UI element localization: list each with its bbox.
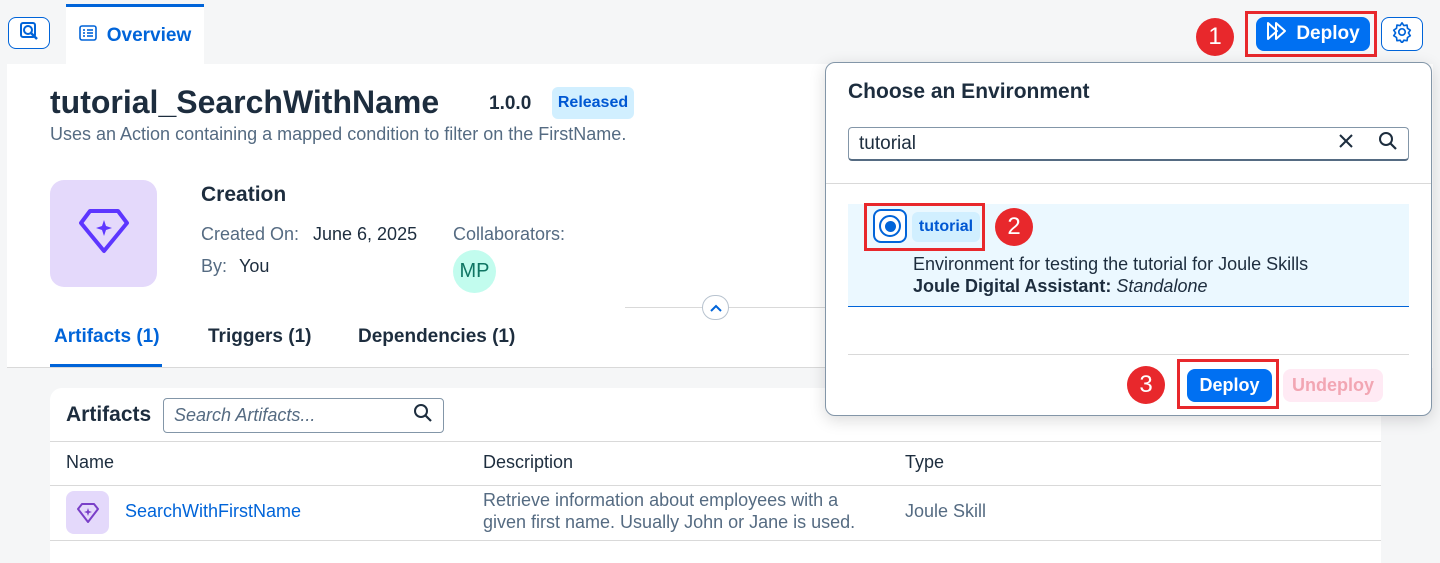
artifact-description-line-2: given first name. Usually John or Jane i…: [483, 512, 856, 532]
tab-triggers[interactable]: Triggers (1): [208, 326, 311, 348]
step-badge-3: 3: [1127, 366, 1165, 404]
collaborators-label: Collaborators:: [453, 224, 566, 244]
tab-overview[interactable]: Overview: [66, 4, 204, 64]
tab-dependencies[interactable]: Dependencies (1): [358, 326, 515, 348]
deploy-button-label: Deploy: [1296, 23, 1360, 44]
artifact-icon: [66, 491, 109, 534]
search-icon[interactable]: [413, 403, 433, 428]
table-header-bottom-border: [50, 485, 1381, 486]
step-badge-2: 2: [995, 208, 1033, 246]
created-on-label: Created On:: [201, 224, 300, 244]
table-header-top-border: [50, 441, 1381, 442]
popover-divider: [826, 183, 1431, 184]
artifacts-search-placeholder: Search Artifacts...: [174, 405, 316, 425]
tab-overview-label: Overview: [106, 24, 192, 46]
assistant-value: Standalone: [1116, 276, 1208, 296]
popover-deploy-button[interactable]: Deploy: [1187, 369, 1272, 402]
environment-search-value: tutorial: [859, 132, 917, 154]
tab-artifacts-indicator: [50, 364, 162, 367]
artifact-description: Retrieve information about employees wit…: [483, 489, 893, 533]
artifacts-title: Artifacts: [66, 403, 152, 426]
environment-radio[interactable]: [873, 209, 907, 243]
environment-tag: tutorial: [912, 212, 980, 242]
radio-selected-icon: [879, 215, 901, 237]
artifact-type: Joule Skill: [905, 501, 987, 521]
environment-description: Environment for testing the tutorial for…: [913, 254, 1309, 274]
environment-search-input[interactable]: tutorial: [848, 127, 1409, 161]
status-badge: Released: [552, 87, 634, 119]
skill-description: Uses an Action containing a mapped condi…: [50, 124, 627, 144]
column-header-description: Description: [483, 452, 574, 472]
popover-footer-divider: [848, 354, 1409, 355]
created-by-label: By:: [201, 256, 228, 276]
artifact-description-line-1: Retrieve information about employees wit…: [483, 490, 839, 510]
column-header-name: Name: [66, 452, 115, 472]
assistant-label: Joule Digital Assistant:: [913, 276, 1112, 296]
clear-icon[interactable]: [1338, 133, 1354, 154]
search-document-icon: [19, 21, 39, 46]
tab-artifacts[interactable]: Artifacts (1): [54, 326, 160, 348]
column-header-type: Type: [905, 452, 945, 472]
created-on-value: June 6, 2025: [313, 224, 418, 244]
skill-avatar: [50, 180, 157, 287]
environment-assistant: Joule Digital Assistant: Standalone: [913, 276, 1207, 297]
creation-heading: Creation: [201, 183, 287, 206]
artifacts-search-input[interactable]: Search Artifacts...: [163, 398, 444, 433]
undeploy-button[interactable]: Undeploy: [1283, 369, 1383, 402]
version-label: 1.0.0: [489, 93, 532, 114]
list-icon: [78, 24, 97, 47]
artifact-link[interactable]: SearchWithFirstName: [125, 501, 301, 522]
deploy-icon: [1266, 21, 1288, 47]
step-badge-1: 1: [1196, 18, 1234, 56]
avatar[interactable]: MP: [453, 250, 496, 293]
table-row-border: [50, 540, 1381, 541]
created-by-value: You: [239, 256, 270, 276]
gear-icon: [1391, 21, 1413, 48]
deploy-button[interactable]: Deploy: [1256, 17, 1370, 51]
search-icon[interactable]: [1378, 131, 1398, 156]
diamond-sparkle-icon: [78, 208, 130, 259]
popover-title: Choose an Environment: [848, 80, 1090, 103]
page-title: tutorial_SearchWithName: [50, 84, 440, 120]
search-object-button[interactable]: [8, 17, 50, 49]
settings-button[interactable]: [1381, 17, 1423, 51]
